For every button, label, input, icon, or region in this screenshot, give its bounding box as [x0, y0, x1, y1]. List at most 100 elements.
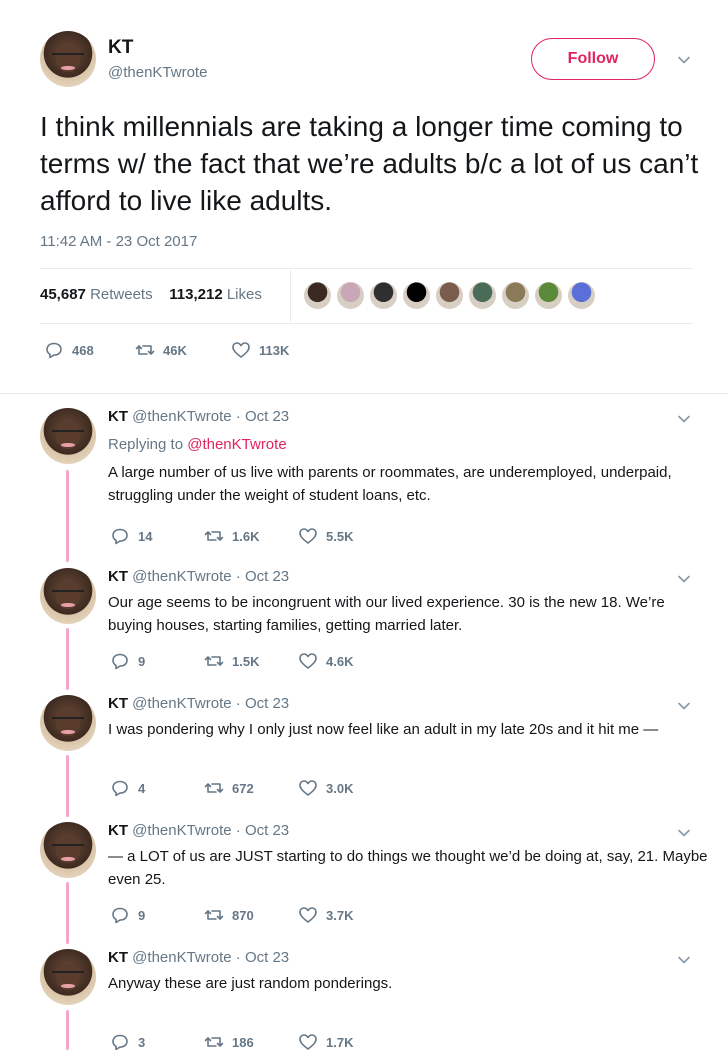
retweets-label[interactable]: Retweets	[90, 286, 153, 303]
like-action[interactable]: 113K	[231, 340, 289, 360]
reply-avatar[interactable]	[40, 408, 96, 464]
reply-author-name[interactable]: KT	[108, 568, 128, 585]
reply-meta[interactable]: @thenKTwrote · Oct 23	[132, 822, 289, 839]
tweet-timestamp[interactable]: 11:42 AM - 23 Oct 2017	[40, 233, 197, 250]
liker-avatar[interactable]	[567, 281, 596, 310]
reply-avatar[interactable]	[40, 949, 96, 1005]
retweets-count[interactable]: 45,687	[40, 286, 86, 303]
reply-meta[interactable]: @thenKTwrote · Oct 23	[132, 949, 289, 966]
heart-icon	[298, 1032, 318, 1050]
chevron-down-icon[interactable]	[677, 699, 691, 713]
chevron-down-icon[interactable]	[677, 53, 691, 67]
like-action[interactable]: 4.6K	[298, 651, 353, 671]
reply-count: 9	[138, 653, 146, 669]
thread-line	[66, 1010, 69, 1050]
liker-avatar[interactable]	[303, 281, 332, 310]
reply-header: KT @thenKTwrote · Oct 23	[108, 695, 289, 712]
reply-author-name[interactable]: KT	[108, 695, 128, 712]
reply-text: I was pondering why I only just now feel…	[108, 721, 659, 738]
chevron-down-icon[interactable]	[677, 953, 691, 967]
retweet-count: 186	[232, 1034, 254, 1050]
heart-icon	[298, 526, 318, 546]
retweet-action[interactable]: 1.6K	[204, 526, 259, 546]
reply-meta[interactable]: @thenKTwrote · Oct 23	[132, 568, 289, 585]
replying-to-handle[interactable]: @thenKTwrote	[187, 436, 286, 453]
author-handle[interactable]: @thenKTwrote	[108, 64, 207, 81]
reply-action[interactable]: 468	[44, 340, 94, 360]
liker-avatar[interactable]	[369, 281, 398, 310]
divider	[40, 268, 693, 269]
retweet-action[interactable]: 1.5K	[204, 651, 259, 671]
reply-action[interactable]: 3	[110, 1032, 145, 1050]
reply-action[interactable]: 4	[110, 778, 145, 798]
reply-count: 9	[138, 907, 146, 923]
follow-button[interactable]: Follow	[531, 38, 655, 80]
heart-icon	[232, 342, 250, 358]
reply-text: Anyway these are just random ponderings.	[108, 975, 393, 992]
like-action[interactable]: 3.7K	[298, 905, 353, 925]
chevron-down-icon[interactable]	[677, 826, 691, 840]
reply-avatar[interactable]	[40, 822, 96, 878]
retweet-count: 46K	[163, 342, 187, 358]
like-count: 5.5K	[326, 528, 354, 544]
retweet-action[interactable]: 672	[204, 778, 254, 798]
replying-to-prefix: Replying to	[108, 436, 184, 453]
liker-avatar[interactable]	[468, 281, 497, 310]
heart-icon	[298, 905, 318, 925]
likes-label[interactable]: Likes	[227, 286, 262, 303]
like-action[interactable]: 3.0K	[298, 778, 353, 798]
reply-action[interactable]: 9	[110, 905, 145, 925]
heart-icon	[298, 651, 318, 671]
retweet-action[interactable]: 870	[204, 905, 254, 925]
reply-count: 4	[138, 780, 146, 796]
liker-avatar[interactable]	[336, 281, 365, 310]
tweet-stats: 45,687 Retweets 113,212 Likes	[40, 286, 262, 303]
reply-icon	[110, 651, 130, 671]
like-count: 113K	[259, 342, 290, 358]
author-avatar[interactable]	[40, 31, 96, 87]
retweet-action[interactable]: 186	[204, 1032, 254, 1050]
reply-text: Our age seems to be incongruent with our…	[108, 594, 665, 634]
retweet-icon	[204, 905, 224, 925]
thread-line	[66, 882, 69, 944]
tweet-text: I think millennials are taking a longer …	[40, 111, 699, 216]
thread-line	[66, 470, 69, 562]
reply-text: A large number of us live with parents o…	[108, 464, 672, 504]
reply-avatar[interactable]	[40, 568, 96, 624]
retweet-count: 1.6K	[232, 528, 260, 544]
reply-icon	[110, 526, 130, 546]
likes-count[interactable]: 113,212	[169, 286, 222, 303]
retweet-action[interactable]: 46K	[135, 340, 187, 360]
reply-meta[interactable]: @thenKTwrote · Oct 23	[132, 695, 289, 712]
reply-text: — a LOT of us are JUST starting to do th…	[108, 848, 708, 888]
reply-icon	[46, 342, 62, 359]
thread-line	[66, 628, 69, 690]
chevron-down-icon[interactable]	[677, 412, 691, 426]
chevron-down-icon[interactable]	[677, 572, 691, 586]
retweet-icon	[204, 778, 224, 798]
reply-author-name[interactable]: KT	[108, 822, 128, 839]
reply-count: 3	[138, 1034, 146, 1050]
reply-action[interactable]: 14	[110, 526, 152, 546]
retweet-icon	[204, 1032, 224, 1050]
retweet-count: 1.5K	[232, 653, 260, 669]
reply-action[interactable]: 9	[110, 651, 145, 671]
liker-avatar[interactable]	[534, 281, 563, 310]
liker-avatar[interactable]	[435, 281, 464, 310]
reply-meta[interactable]: @thenKTwrote · Oct 23	[132, 408, 289, 425]
reply-author-name[interactable]: KT	[108, 408, 128, 425]
retweet-count: 672	[232, 780, 254, 796]
reply-header: KT @thenKTwrote · Oct 23	[108, 822, 289, 839]
reply-avatar[interactable]	[40, 695, 96, 751]
divider	[0, 393, 728, 394]
divider	[40, 323, 693, 324]
reply-author-name[interactable]: KT	[108, 949, 128, 966]
liker-avatar[interactable]	[501, 281, 530, 310]
author-name[interactable]: KT	[108, 37, 133, 59]
like-count: 3.0K	[326, 780, 354, 796]
like-count: 3.7K	[326, 907, 354, 923]
like-action[interactable]: 1.7K	[298, 1032, 353, 1050]
like-action[interactable]: 5.5K	[298, 526, 353, 546]
liker-avatar[interactable]	[402, 281, 431, 310]
reply-icon	[110, 905, 130, 925]
